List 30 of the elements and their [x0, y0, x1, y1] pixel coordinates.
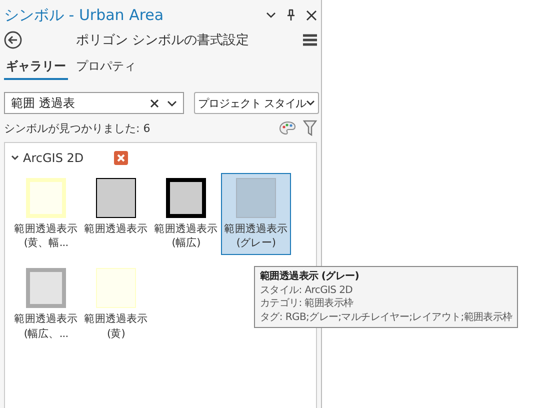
symbol-item[interactable]: 範囲透過表示 (黄)	[81, 263, 151, 346]
result-count: シンボルが見つかりました: 6	[4, 120, 150, 136]
palette-icon[interactable]	[279, 120, 297, 136]
tooltip-line: タグ: RGB;グレー;マルチレイヤー;レイアウト;範囲表示枠	[260, 310, 512, 324]
chevron-down-icon[interactable]	[167, 100, 177, 106]
tooltip-line: スタイル: ArcGIS 2D	[260, 284, 354, 297]
clear-icon[interactable]	[150, 98, 159, 108]
symbol-item[interactable]: 範囲透過表示 (黄、幅...	[11, 173, 81, 256]
back-icon[interactable]	[4, 31, 22, 49]
symbol-item[interactable]: 範囲透過表示 (グレー)	[221, 173, 291, 256]
chevron-down-icon	[306, 100, 315, 106]
menu-icon[interactable]	[303, 34, 317, 46]
pin-icon[interactable]	[286, 9, 296, 21]
close-icon[interactable]	[306, 10, 317, 20]
filter-icon[interactable]	[303, 120, 317, 136]
tab[interactable]: プロパティ	[74, 56, 138, 80]
style-dropdown[interactable]: プロジェクト スタイル	[194, 92, 319, 114]
symbol-item[interactable]: 範囲透過表示 (幅広)	[151, 173, 221, 256]
tooltip-title: 範囲透過表示 (グレー)	[260, 270, 360, 284]
remove-icon[interactable]	[114, 151, 128, 165]
pane-title: ポリゴン シンボルの書式設定	[74, 32, 250, 49]
tab[interactable]: ギャラリー	[4, 56, 68, 80]
chevron-down-icon[interactable]	[266, 11, 276, 19]
group-header[interactable]: ArcGIS 2D	[11, 151, 84, 165]
window-title: シンボル - Urban Area	[4, 6, 164, 24]
chevron-down-icon	[11, 155, 19, 161]
symbol-item[interactable]: 範囲透過表示	[81, 173, 151, 256]
symbol-item[interactable]: 範囲透過表示 (幅広、...	[11, 263, 81, 346]
search-field[interactable]: 範囲 透過表	[4, 92, 184, 114]
tooltip-line: カテゴリ: 範囲表示枠	[260, 297, 354, 310]
